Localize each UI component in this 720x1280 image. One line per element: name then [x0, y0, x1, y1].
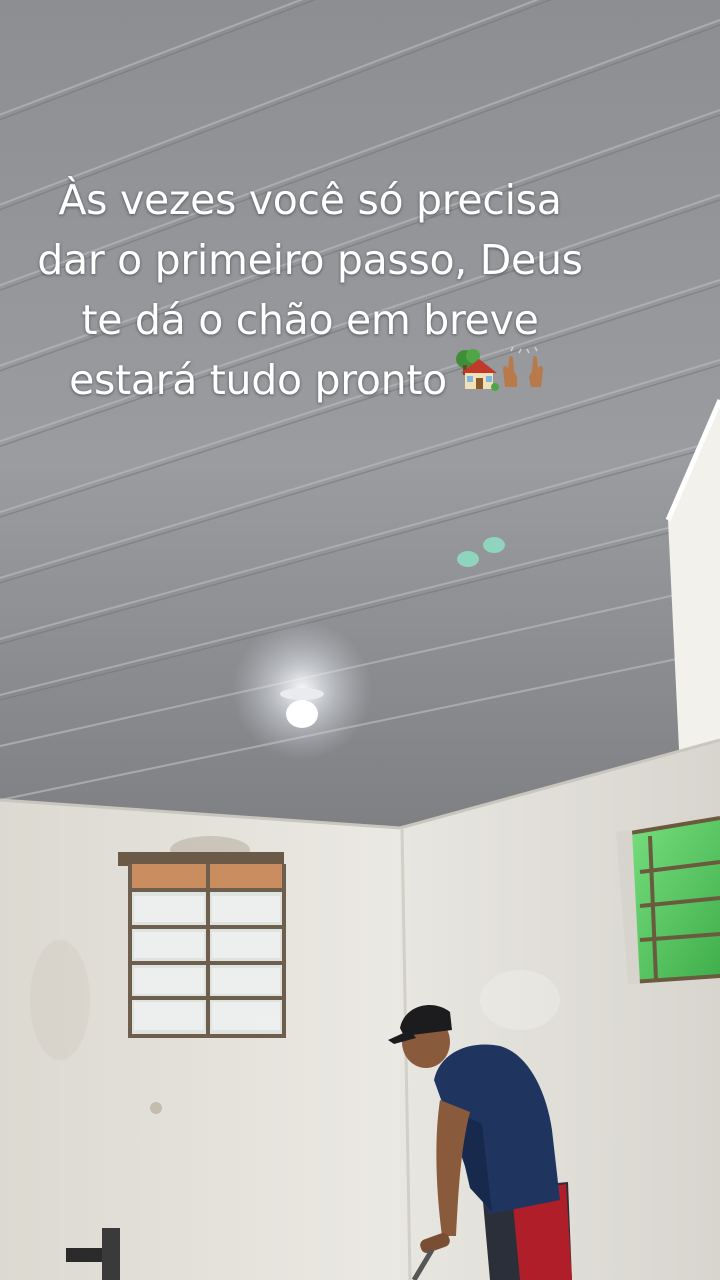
light-reflection — [457, 551, 479, 567]
caption-line-3: te dá o chão em breve — [81, 296, 539, 344]
ceiling-lamp — [286, 700, 318, 728]
house-with-garden-icon — [455, 349, 499, 391]
overlay-caption: Às vezes você só precisa dar o primeiro … — [20, 170, 600, 413]
caption-line-2: dar o primeiro passo, Deus — [37, 236, 583, 284]
right-green-window — [616, 816, 720, 984]
lamp-base — [280, 688, 324, 700]
caption-line-4: estará tudo pronto — [69, 356, 447, 404]
left-window — [118, 852, 286, 1038]
caption-emojis — [451, 346, 551, 407]
caption-line-1: Às vezes você só precisa — [58, 176, 562, 224]
light-reflection — [483, 537, 505, 553]
caption-line-4-wrap: estará tudo pronto — [20, 346, 600, 413]
raising-hands-icon — [502, 346, 543, 387]
